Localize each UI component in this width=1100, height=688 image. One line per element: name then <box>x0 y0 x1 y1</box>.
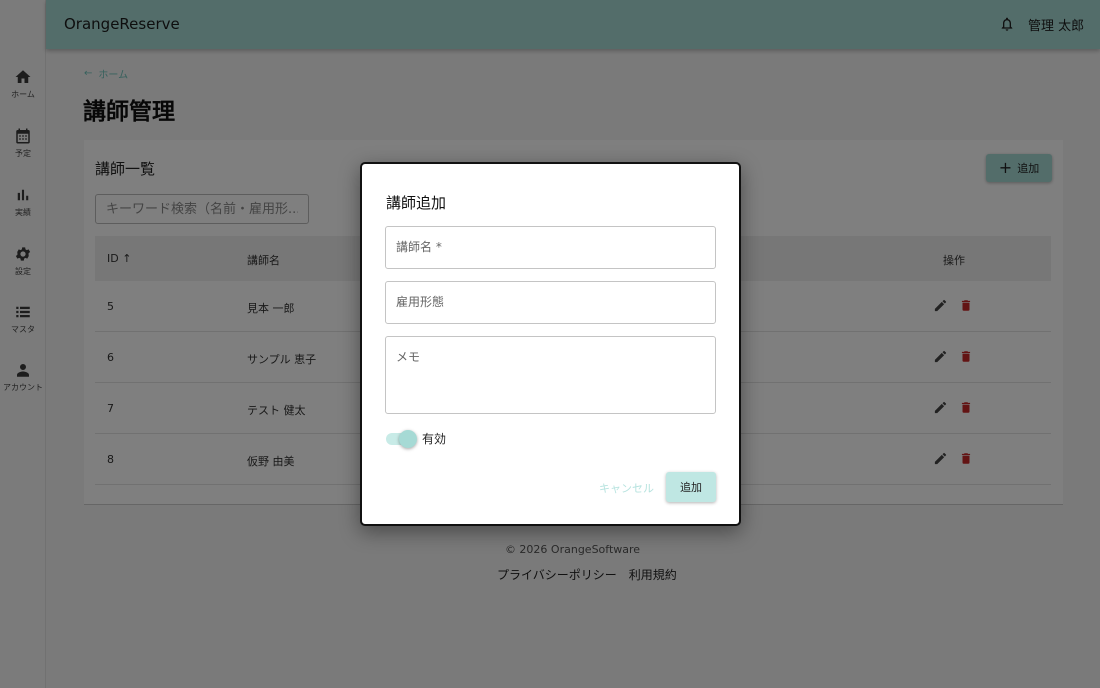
instructor-name-field[interactable]: 講師名 * <box>385 226 716 269</box>
submit-add-button[interactable]: 追加 <box>666 472 716 502</box>
active-toggle[interactable]: 有効 <box>386 429 447 448</box>
employment-type-field[interactable]: 雇用形態 <box>385 281 716 324</box>
instructor-name-placeholder: 講師名 * <box>396 240 442 254</box>
toggle-track[interactable] <box>386 429 417 448</box>
employment-type-placeholder: 雇用形態 <box>396 295 445 309</box>
memo-placeholder: メモ <box>396 350 421 364</box>
toggle-thumb[interactable] <box>399 429 417 448</box>
cancel-button[interactable]: キャンセル <box>599 480 654 496</box>
memo-field[interactable]: メモ <box>385 336 716 414</box>
add-instructor-dialog: 講師追加 講師名 * 雇用形態 メモ 有効 キャンセル 追加 <box>360 162 741 526</box>
dialog-title: 講師追加 <box>386 194 447 212</box>
active-toggle-label: 有効 <box>422 432 447 446</box>
